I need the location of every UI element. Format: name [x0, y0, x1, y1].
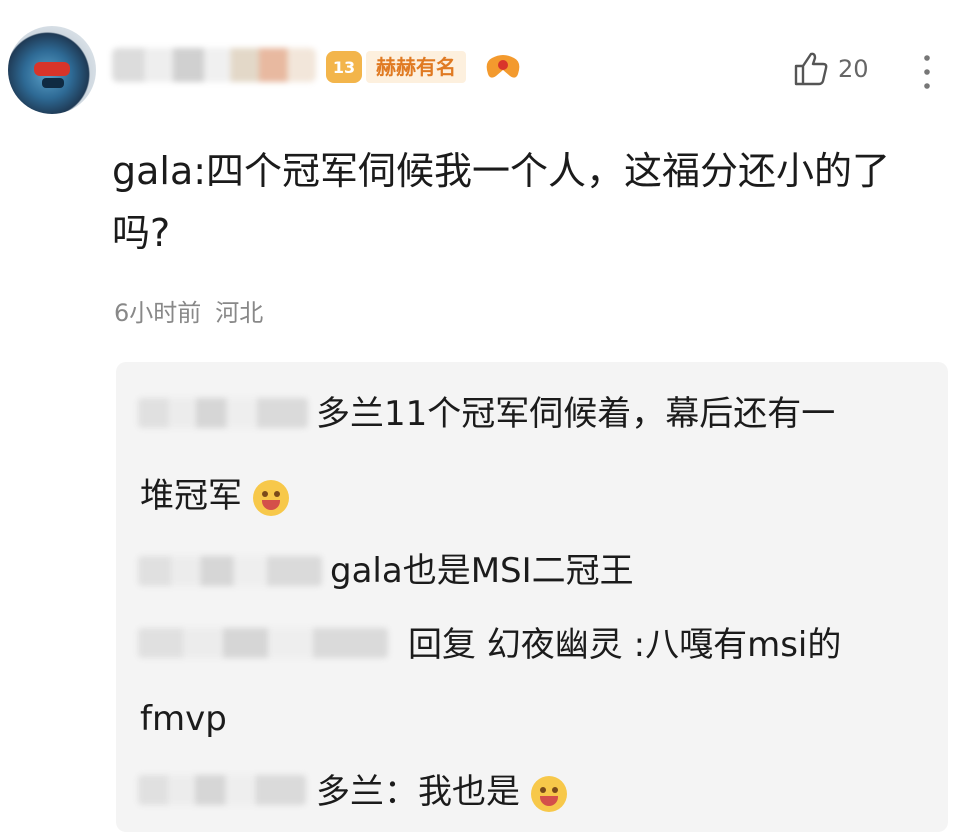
avatar[interactable]: [8, 26, 96, 114]
reply-author-blurred[interactable]: [138, 775, 306, 805]
comment-meta: 6小时前 河北: [114, 293, 263, 328]
comment-time: 6小时前: [114, 299, 202, 327]
avatar-eye: [42, 78, 64, 88]
reply-author-blurred[interactable]: [138, 398, 308, 428]
like-button[interactable]: 20: [792, 50, 869, 88]
reply-text-3: 回复 幻夜幽灵 :八嘎有msi的: [408, 625, 842, 665]
level-badge: 13: [326, 51, 362, 83]
more-options-icon[interactable]: [918, 52, 936, 92]
level-title: 赫赫有名: [366, 51, 466, 83]
grinning-squint-emoji: [252, 479, 289, 516]
thumbs-up-icon: [794, 52, 828, 86]
gamepad-icon: [486, 55, 520, 78]
reply-author-blurred[interactable]: [138, 628, 388, 658]
reply-text-2: gala也是MSI二冠王: [330, 551, 634, 591]
reply-text-1-line2: 堆冠军: [140, 476, 242, 516]
reply-text-1: 多兰11个冠军伺候着，幕后还有一: [316, 394, 836, 434]
comment-location: 河北: [215, 299, 264, 327]
reply-text-4-wrap: 多兰：我也是: [316, 770, 567, 814]
yum-tongue-emoji: [530, 775, 567, 812]
reply-text-1-cont: 堆冠军: [140, 474, 289, 518]
reply-text-4: 多兰：我也是: [316, 772, 520, 812]
reply-author-blurred[interactable]: [138, 556, 322, 586]
comment-text: gala:四个冠军伺候我一个人，这福分还小的了吗?: [112, 149, 891, 255]
reply-text-3-line2: fmvp: [140, 699, 227, 739]
avatar-visor: [34, 62, 70, 76]
like-count: 20: [838, 55, 869, 83]
username-blurred[interactable]: [112, 48, 316, 82]
